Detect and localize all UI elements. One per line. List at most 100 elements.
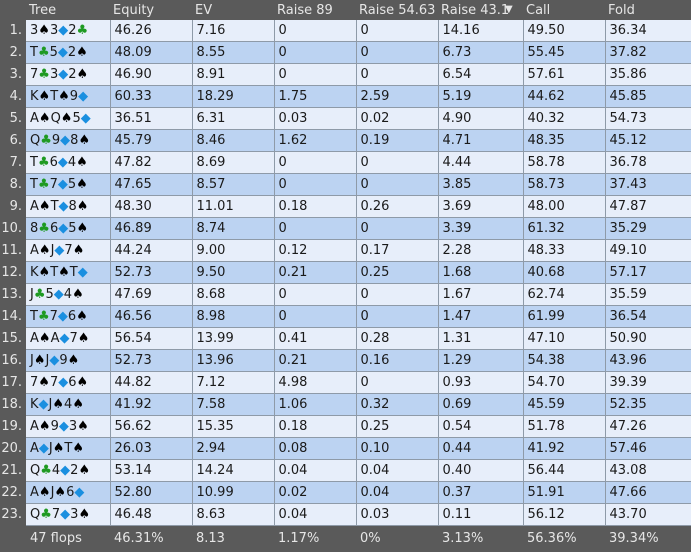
table-row[interactable]: 13. J♣5◆4♠ 47.69 8.68 0 0 1.67 62.74 35.59 [0,283,691,306]
table-row[interactable]: 8. T♣7◆5♠ 47.65 8.57 0 0 3.85 58.73 37.43 [0,173,691,196]
card-rank: 3 [49,23,59,38]
cell-tree[interactable]: 8♣6◆5♠ [26,217,111,240]
cell-tree[interactable]: K♠T♠9◆ [26,85,111,108]
cell-raise-54-63: 0 [356,20,439,42]
header-raise-89[interactable]: Raise 89 [274,0,356,20]
cell-fold: 35.59 [605,283,691,306]
cell-tree[interactable]: A♠A◆7♠ [26,327,111,350]
card-rank: 9 [69,89,79,104]
cell-tree[interactable]: J♠J◆9♠ [26,349,111,372]
header-tree[interactable]: Tree [26,0,110,20]
header-raise-43-1[interactable]: Raise 43.1 ▼ [438,0,523,20]
cell-tree[interactable]: T♣5◆2♠ [26,41,111,64]
header-fold[interactable]: Fold [605,0,691,20]
cell-tree[interactable]: T♣6◆4♠ [26,151,111,174]
cell-equity: 60.33 [110,85,193,108]
cell-tree[interactable]: A♠Q♠5◆ [26,107,111,130]
cell-tree[interactable]: 3♠3◆2♣ [26,20,111,42]
club-suit-icon: ♣ [37,309,50,324]
table-row[interactable]: 21. Q♣4◆2♠ 53.14 14.24 0.04 0.04 0.40 56.44 43.0… [0,459,691,482]
diamond-suit-icon: ◆ [57,177,68,192]
cell-tree[interactable]: A◆J♠T♠ [26,437,111,460]
card-rank: T [30,309,38,324]
cell-call: 54.70 [523,371,606,394]
cell-raise-43-1: 4.90 [438,107,524,130]
cell-tree[interactable]: J♣5◆4♠ [26,283,111,306]
cell-tree[interactable]: T♣7◆6♠ [26,305,111,328]
table-row[interactable]: 15. A♠A◆7♠ 56.54 13.99 0.41 0.28 1.31 47.10 50.9… [0,327,691,350]
cell-tree[interactable]: 7♠7◆6♠ [26,371,111,394]
cell-raise-43-1: 4.44 [438,151,524,174]
spade-suit-icon: ♠ [38,199,51,214]
spade-suit-icon: ♠ [38,375,50,390]
cell-raise-54-63: 0.03 [356,503,439,526]
table-row[interactable]: 23. Q♣7◆3♠ 46.48 8.63 0.04 0.03 0.11 56.12 43.70 [0,503,691,526]
header-call[interactable]: Call [523,0,605,20]
table-row[interactable]: 5. A♠Q♠5◆ 36.51 6.31 0.03 0.02 4.90 40.32 54.73 [0,107,691,130]
table-row[interactable]: 9. A♠T◆8♠ 48.30 11.01 0.18 0.26 3.69 48.00 47.87 [0,195,691,218]
table-row[interactable]: 4. K♠T♠9◆ 60.33 18.29 1.75 2.59 5.19 44.62 45.85 [0,85,691,108]
row-index: 23. [0,503,26,526]
table-row[interactable]: 17. 7♠7◆6♠ 44.82 7.12 4.98 0 0.93 54.70 39.39 [0,371,691,394]
cell-tree[interactable]: A♠9◆3♠ [26,415,111,438]
table-row[interactable]: 12. K♠T♠T◆ 52.73 9.50 0.21 0.25 1.68 40.68 57.17 [0,261,691,284]
table-row[interactable]: 16. J♠J◆9♠ 52.73 13.96 0.21 0.16 1.29 54.38 43.9… [0,349,691,372]
cell-tree[interactable]: 7♣3◆2♠ [26,63,111,86]
table-row[interactable]: 22. A♠J♠6◆ 52.80 10.99 0.02 0.04 0.37 51.91 47.6… [0,481,691,504]
table-row[interactable]: 3. 7♣3◆2♠ 46.90 8.91 0 0 6.54 57.61 35.86 [0,63,691,86]
cell-raise-54-63: 0 [356,173,439,196]
header-row: Tree Equity EV Raise 89 Raise 54.63 Rais… [0,0,691,20]
summary-call: 56.36% [523,525,605,550]
cell-raise-89: 0.02 [274,481,357,504]
diamond-suit-icon: ◆ [58,23,69,38]
card-rank: 6 [49,155,58,170]
spade-suit-icon: ♠ [58,265,70,280]
cell-tree[interactable]: A♠J◆7♠ [26,239,111,262]
summary-row: 47 flops 46.31% 8.13 1.17% 0% 3.13% 56.3… [0,525,691,550]
table-row[interactable]: 6. Q♣9◆8♠ 45.79 8.46 1.62 0.19 4.71 48.35 45.12 [0,129,691,152]
spade-suit-icon: ♠ [76,155,88,170]
table-row[interactable]: 11. A♠J◆7♠ 44.24 9.00 0.12 0.17 2.28 48.33 49.10 [0,239,691,262]
card-rank: 5 [49,45,58,60]
table-row[interactable]: 1. 3♠3◆2♣ 46.26 7.16 0 0 14.16 49.50 36.34 [0,20,691,42]
cell-raise-43-1: 1.47 [438,305,524,328]
table-row[interactable]: 10. 8♣6◆5♠ 46.89 8.74 0 0 3.39 61.32 35.29 [0,217,691,240]
row-index: 19. [0,415,26,438]
header-ev[interactable]: EV [192,0,274,20]
table-row[interactable]: 2. T♣5◆2♠ 48.09 8.55 0 0 6.73 55.45 37.82 [0,41,691,64]
row-index: 2. [0,41,26,64]
card-rank: 2 [67,45,77,60]
cell-tree[interactable]: A♠J♠6◆ [26,481,111,504]
row-index: 20. [0,437,26,460]
cell-tree[interactable]: A♠T◆8♠ [26,195,111,218]
header-equity[interactable]: Equity [110,0,192,20]
cell-fold: 54.73 [605,107,691,130]
cell-raise-43-1: 3.39 [438,217,524,240]
summary-tree: 47 flops [26,525,110,550]
cell-tree[interactable]: K♠T♠T◆ [26,261,111,284]
spade-suit-icon: ♠ [38,23,50,38]
card-rank: 7 [49,375,59,390]
cell-tree[interactable]: Q♣4◆2♠ [26,459,111,482]
cell-call: 61.99 [523,305,606,328]
table-row[interactable]: 7. T♣6◆4♠ 47.82 8.69 0 0 4.44 58.78 36.78 [0,151,691,174]
spade-suit-icon: ♠ [72,397,84,412]
table-row[interactable]: 20. A◆J♠T♠ 26.03 2.94 0.08 0.10 0.44 41.92 57.46 [0,437,691,460]
club-suit-icon: ♣ [40,507,52,522]
cell-tree[interactable]: T♣7◆5♠ [26,173,111,196]
card-rank: Q [30,507,41,522]
table-row[interactable]: 18. K◆J♠4♠ 41.92 7.58 1.06 0.32 0.69 45.59 52.35 [0,393,691,416]
summary-raise-54-63: 0% [356,525,438,550]
cell-tree[interactable]: Q♣9◆8♠ [26,129,111,152]
spade-suit-icon: ♠ [72,243,85,258]
table-row[interactable]: 19. A♠9◆3♠ 56.62 15.35 0.18 0.25 0.54 51.78 47.2… [0,415,691,438]
table-row[interactable]: 14. T♣7◆6♠ 46.56 8.98 0 0 1.47 61.99 36.54 [0,305,691,328]
cell-ev: 8.74 [192,217,275,240]
cell-tree[interactable]: K◆J♠4♠ [26,393,111,416]
header-raise-54-63[interactable]: Raise 54.63 [356,0,438,20]
cell-tree[interactable]: Q♣7◆3♠ [26,503,111,526]
cell-call: 47.10 [523,327,606,350]
card-rank: A [30,441,39,456]
cell-equity: 46.89 [110,217,193,240]
cell-call: 55.45 [523,41,606,64]
